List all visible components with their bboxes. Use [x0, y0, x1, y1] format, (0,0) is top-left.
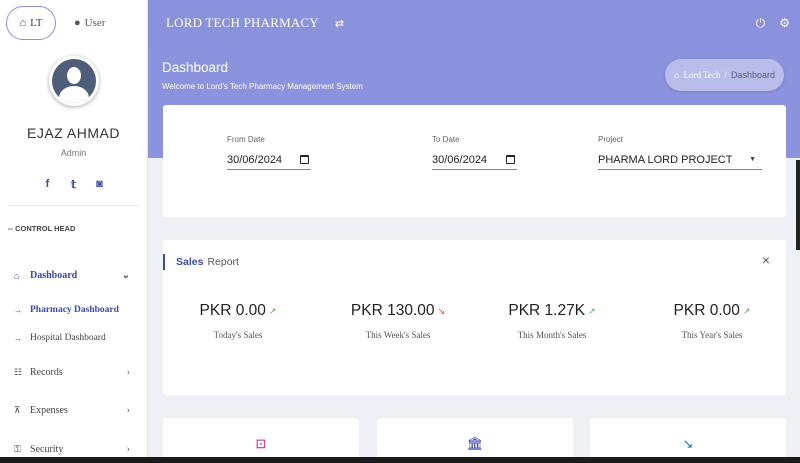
stat-label: This Month's Sales [517, 330, 587, 340]
stat-label: Today's Sales [213, 330, 263, 340]
home-icon: ⌂ [14, 270, 20, 281]
filter-card: From Date 30/06/2024 To Date 30/06/2024 … [163, 105, 786, 217]
sidebar-divider [8, 205, 139, 206]
sidebar-item-hospital-dashboard[interactable]: → Hospital Dashboard [0, 333, 147, 343]
chevron-right-icon: › [126, 444, 130, 455]
instagram-icon[interactable]: ◙ [94, 178, 106, 191]
caret-down-icon: ▼ [749, 156, 756, 163]
sales-report-title: Sales Report [163, 254, 239, 270]
user-icon: ● [74, 17, 81, 29]
sales-report-card: Sales Report × PKR 0.00 ↗ Today's Sales P… [163, 240, 786, 395]
close-icon[interactable]: × [762, 252, 770, 268]
stat-label: This Year's Sales [681, 330, 743, 340]
topbar: LORD TECH PHARMACY ⇄ ⏻ ⚙ [148, 0, 800, 46]
security-icon: ⚿ [14, 444, 21, 454]
swap-icon[interactable]: ⇄ [335, 17, 344, 30]
stat-month: PKR 1.27K ↗ This Month's Sales [477, 302, 627, 340]
chevron-right-icon: › [126, 367, 130, 378]
social-links: f 𝕥 ◙ [0, 178, 147, 191]
tab-lt[interactable]: ⌂ LT [6, 6, 56, 40]
from-date-field: From Date 30/06/2024 [227, 135, 311, 170]
calendar-icon[interactable] [506, 155, 515, 164]
project-value: PHARMA LORD PROJECT [598, 153, 733, 166]
tab-lt-label: LT [30, 17, 43, 29]
page-subtitle: Welcome to Lord's Tech Pharmacy Manageme… [162, 82, 363, 91]
home-icon: ⌂ [19, 17, 27, 29]
chevron-right-icon: › [126, 405, 130, 416]
project-label: Project [598, 135, 623, 144]
sidebar-item-dashboard[interactable]: ⌂ Dashboard ⌄ [0, 270, 147, 281]
from-date-value: 30/06/2024 [227, 153, 283, 166]
to-date-label: To Date [432, 135, 460, 144]
profile-role: Admin [60, 148, 87, 158]
to-date-field: To Date 30/06/2024 [432, 135, 517, 170]
sales-title-rest: Report [207, 256, 239, 268]
from-date-label: From Date [227, 135, 265, 144]
chevron-down-icon: ⌄ [121, 270, 130, 281]
profile-name: EJAZ AHMAD [27, 125, 120, 141]
power-icon[interactable]: ⏻ [756, 16, 766, 31]
app-brand[interactable]: LORD TECH PHARMACY [166, 15, 319, 31]
to-date-value: 30/06/2024 [432, 153, 488, 166]
stat-label: This Week's Sales [365, 330, 431, 340]
topbar-actions: ⏻ ⚙ [756, 16, 790, 31]
dollar-icon: ⊡ [255, 436, 267, 451]
stat-year: PKR 0.00 ↗ This Year's Sales [637, 302, 787, 340]
sales-title-bold: Sales [176, 256, 204, 268]
section-head-control: -- CONTROL HEAD [8, 224, 76, 233]
from-date-input[interactable]: 30/06/2024 [227, 150, 311, 170]
sidebar-item-security[interactable]: ⚿ Security › [0, 444, 147, 455]
taskbar [0, 457, 800, 463]
to-date-input[interactable]: 30/06/2024 [432, 150, 517, 170]
sidebar-item-label: Dashboard [30, 270, 78, 281]
project-field: Project PHARMA LORD PROJECT ▼ [598, 135, 762, 170]
breadcrumb-separator: / [724, 70, 727, 80]
bank-icon: 🏛 [466, 436, 484, 451]
avatar-placeholder-icon [51, 59, 96, 103]
sidebar-item-label: Pharmacy Dashboard [30, 305, 119, 315]
trend-down-icon: ↘ [682, 436, 694, 451]
facebook-icon[interactable]: f [42, 178, 54, 191]
tab-user[interactable]: ● User [62, 6, 117, 40]
project-select[interactable]: PHARMA LORD PROJECT ▼ [598, 150, 762, 170]
sidebar-item-label: Hospital Dashboard [30, 333, 106, 343]
trend-down-icon: ↘ [437, 305, 446, 316]
stat-today: PKR 0.00 ↗ Today's Sales [163, 302, 313, 340]
arrow-right-icon: → [14, 305, 22, 315]
stat-value: PKR 130.00 [350, 302, 435, 319]
trend-up-icon: ↗ [742, 305, 751, 316]
breadcrumb-home[interactable]: Lord Tech [683, 70, 720, 80]
list-icon: ☷ [14, 367, 23, 377]
twitter-icon[interactable]: 𝕥 [68, 178, 80, 191]
home-icon: ⌂ [674, 70, 680, 80]
breadcrumb: ⌂ Lord Tech / Dashboard [665, 59, 784, 91]
avatar[interactable] [48, 56, 99, 106]
sidebar-item-label: Records [30, 367, 63, 378]
cart-icon: ⊼ [14, 405, 21, 415]
calendar-icon[interactable] [300, 155, 309, 164]
sidebar-item-label: Security [30, 444, 64, 455]
tab-user-label: User [84, 17, 106, 29]
sidebar-tabs: ⌂ LT ● User [0, 0, 147, 46]
gear-icon[interactable]: ⚙ [779, 16, 790, 31]
stat-week: PKR 130.00 ↘ This Week's Sales [323, 302, 473, 340]
breadcrumb-current: Dashboard [730, 70, 775, 80]
page-title: Dashboard [162, 60, 229, 75]
side-toolbar[interactable] [796, 160, 800, 250]
trend-up-icon: ↗ [588, 305, 596, 316]
sidebar: ⌂ LT ● User EJAZ AHMAD Admin f 𝕥 ◙ -- CO… [0, 0, 148, 463]
sidebar-item-expenses[interactable]: ⊼ Expenses › [0, 405, 147, 416]
sidebar-item-pharmacy-dashboard[interactable]: → Pharmacy Dashboard [0, 305, 147, 315]
stat-value: PKR 0.00 [673, 302, 740, 319]
trend-up-icon: ↗ [268, 305, 277, 316]
sidebar-item-label: Expenses [30, 405, 68, 416]
arrow-right-icon: → [14, 333, 22, 343]
stat-value: PKR 0.00 [199, 302, 266, 319]
stat-value: PKR 1.27K [508, 302, 586, 319]
sidebar-item-records[interactable]: ☷ Records › [0, 367, 147, 378]
